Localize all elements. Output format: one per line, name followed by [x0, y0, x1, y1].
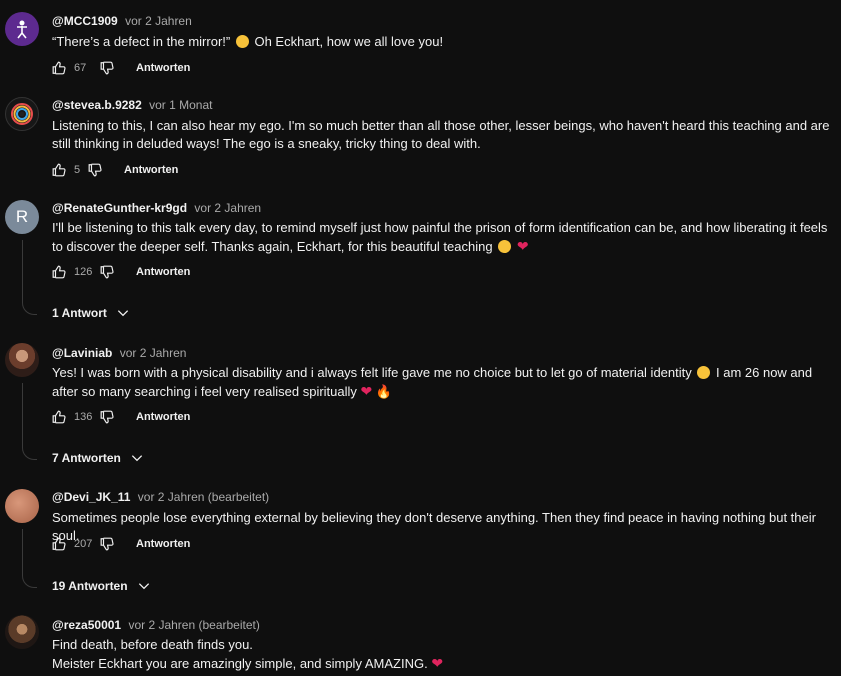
comment-time[interactable]: vor 2 Jahren (bearbeitet)	[128, 618, 259, 632]
show-replies-button[interactable]: 19 Antworten	[52, 579, 151, 593]
red-heart-emoji-icon: ❤	[360, 383, 373, 399]
comment-actions: 136 Antworten	[52, 407, 190, 427]
reply-button[interactable]: Antworten	[136, 411, 190, 423]
thumbs-down-icon[interactable]	[88, 163, 102, 177]
show-replies-button[interactable]: 1 Antwort	[52, 306, 130, 320]
thread-line	[22, 383, 23, 445]
comment-time[interactable]: vor 2 Jahren	[120, 346, 187, 360]
like-count: 207	[74, 538, 93, 550]
fire-emoji-icon: 🔥	[375, 384, 393, 399]
thread-line	[22, 240, 23, 300]
chevron-down-icon	[138, 583, 149, 590]
comment-time[interactable]: vor 1 Monat	[149, 98, 212, 112]
stick-figure-icon	[17, 20, 27, 39]
thumbs-down-icon[interactable]	[100, 537, 114, 551]
comment-actions: 207 Antworten	[52, 534, 190, 554]
author-handle[interactable]: @RenateGunther-kr9gd	[52, 201, 187, 215]
comment-header: @Laviniab vor 2 Jahren	[52, 346, 186, 360]
thumbs-down-icon[interactable]	[100, 265, 114, 279]
show-replies-button[interactable]: 7 Antworten	[52, 451, 144, 465]
author-handle[interactable]: @MCC1909	[52, 14, 118, 28]
comment-header: @MCC1909 vor 2 Jahren	[52, 14, 192, 28]
comment-actions: 67 Antworten	[52, 58, 190, 78]
chevron-down-icon	[117, 310, 129, 317]
comment-text-part: Meister Eckhart you are amazingly simple…	[52, 656, 428, 671]
like-count: 5	[74, 164, 81, 176]
comment-text-part: “There’s a defect in the mirror!”	[52, 34, 231, 49]
comment-text-part: Oh Eckhart, how we all love you!	[254, 34, 444, 49]
like-count: 136	[74, 411, 93, 423]
grinning-face-emoji-icon	[697, 366, 711, 379]
comment-time[interactable]: vor 2 Jahren	[194, 201, 261, 215]
like-count: 67	[74, 62, 87, 74]
thumbs-down-icon[interactable]	[100, 61, 114, 75]
thumbs-up-icon[interactable]	[52, 410, 66, 424]
comment-text-line: Meister Eckhart you are amazingly simple…	[52, 654, 837, 673]
thumbs-up-icon[interactable]	[52, 265, 66, 279]
comment-header: @stevea.b.9282 vor 1 Monat	[52, 98, 212, 112]
comment-text-part: I'll be listening to this talk every day…	[52, 220, 828, 254]
avatar[interactable]	[5, 343, 39, 377]
comment-text: “There’s a defect in the mirror!” Oh Eck…	[52, 33, 837, 51]
author-handle[interactable]: @Laviniab	[52, 346, 112, 360]
comment-time[interactable]: vor 2 Jahren	[125, 14, 192, 28]
avatar[interactable]	[5, 615, 39, 649]
thread-curve	[22, 300, 37, 315]
red-heart-emoji-icon: ❤	[431, 655, 444, 671]
comment-actions: 126 Antworten	[52, 262, 190, 282]
comment-header: @Devi_JK_11 vor 2 Jahren (bearbeitet)	[52, 490, 269, 504]
author-handle[interactable]: @Devi_JK_11	[52, 490, 130, 504]
reply-button[interactable]: Antworten	[136, 266, 190, 278]
thread-curve	[22, 445, 37, 460]
thumbs-up-icon[interactable]	[52, 537, 66, 551]
reply-button[interactable]: Antworten	[136, 62, 190, 74]
grinning-face-emoji-icon	[498, 240, 512, 253]
replies-count-label: 1 Antwort	[52, 306, 107, 320]
rainbow-circle-icon	[11, 103, 33, 125]
comment-text: Find death, before death finds you. Meis…	[52, 636, 837, 673]
avatar[interactable]: R	[5, 200, 39, 234]
replies-count-label: 19 Antworten	[52, 579, 128, 593]
comment-text: Listening to this, I can also hear my eg…	[52, 118, 830, 151]
comment-header: @reza50001 vor 2 Jahren (bearbeitet)	[52, 618, 260, 632]
avatar[interactable]	[5, 489, 39, 523]
comment-header: @RenateGunther-kr9gd vor 2 Jahren	[52, 201, 261, 215]
reply-button[interactable]: Antworten	[136, 538, 190, 550]
comment-text-line: Find death, before death finds you.	[52, 637, 253, 652]
thread-curve	[22, 573, 37, 588]
avatar[interactable]	[5, 97, 39, 131]
comment-time[interactable]: vor 2 Jahren (bearbeitet)	[138, 490, 269, 504]
replies-count-label: 7 Antworten	[52, 451, 121, 465]
thumbs-down-icon[interactable]	[100, 410, 114, 424]
author-handle[interactable]: @stevea.b.9282	[52, 98, 142, 112]
thread-line	[22, 529, 23, 573]
reply-button[interactable]: Antworten	[124, 164, 178, 176]
thumbs-up-icon[interactable]	[52, 163, 66, 177]
comment-text-part: Yes! I was born with a physical disabili…	[52, 365, 692, 380]
comment-actions: 5 Antworten	[52, 160, 178, 180]
comment-text: I'll be listening to this talk every day…	[52, 219, 837, 256]
avatar[interactable]	[5, 12, 39, 46]
avatar-letter: R	[15, 207, 29, 226]
red-heart-emoji-icon: ❤	[516, 238, 529, 254]
like-count: 126	[74, 266, 93, 278]
chevron-down-icon	[131, 455, 143, 462]
grinning-face-emoji-icon	[235, 35, 249, 48]
author-handle[interactable]: @reza50001	[52, 618, 121, 632]
comment-text: Yes! I was born with a physical disabili…	[52, 364, 837, 401]
thumbs-up-icon[interactable]	[52, 61, 66, 75]
